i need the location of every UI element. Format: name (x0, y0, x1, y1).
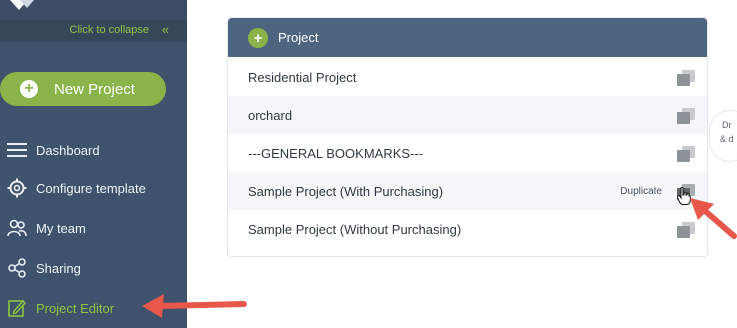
team-icon (7, 218, 27, 238)
new-project-label: New Project (54, 80, 135, 98)
project-row[interactable]: ---GENERAL BOOKMARKS--- (228, 134, 707, 172)
sidebar-item-sharing[interactable]: Sharing (0, 248, 187, 288)
sidebar-item-label: My team (36, 220, 86, 236)
sidebar-item-my-team[interactable]: My team (0, 208, 187, 248)
duplicate-icon[interactable] (677, 146, 695, 162)
new-project-button[interactable]: + New Project (0, 72, 166, 106)
sidebar: Click to collapse « + New Project Dashbo… (0, 0, 187, 328)
annotation-arrow-icon (690, 198, 737, 239)
duplicate-icon[interactable] (677, 70, 695, 86)
sidebar-item-label: Project Editor (36, 300, 115, 316)
sidebar-item-configure-template[interactable]: Configure template (0, 168, 187, 208)
gear-icon (7, 178, 27, 198)
side-hint-line: Dr (722, 120, 732, 130)
collapse-toggle[interactable]: Click to collapse « (0, 20, 187, 42)
project-name[interactable]: orchard (248, 108, 292, 123)
project-name[interactable]: Sample Project (With Purchasing) (248, 184, 443, 199)
add-project-icon[interactable]: + (248, 28, 268, 48)
project-name[interactable]: Residential Project (248, 70, 356, 85)
sidebar-item-label: Sharing (36, 260, 81, 276)
sidebar-item-label: Dashboard (36, 142, 100, 158)
edit-icon (7, 298, 27, 318)
project-list-card: + Project Residential Project orchard --… (227, 17, 708, 257)
sidebar-header (0, 0, 187, 20)
annotation-arrow-icon (142, 294, 247, 318)
project-row[interactable]: orchard (228, 96, 707, 134)
logo-icon (10, 0, 34, 10)
menu-icon (7, 140, 27, 160)
sidebar-item-dashboard[interactable]: Dashboard (0, 130, 187, 170)
project-row[interactable]: Sample Project (With Purchasing) Duplica… (228, 172, 707, 210)
sidebar-item-label: Configure template (36, 180, 146, 196)
duplicate-tooltip: Duplicate (620, 186, 662, 197)
project-card-title: Project (278, 30, 319, 45)
duplicate-icon[interactable] (677, 108, 695, 124)
side-hint-line: & d (720, 134, 734, 144)
side-hint-bubble: Dr & d (709, 110, 737, 162)
plus-icon: + (20, 80, 38, 98)
share-icon (7, 258, 27, 278)
double-chevron-left-icon[interactable]: « (162, 22, 169, 37)
collapse-label[interactable]: Click to collapse (70, 24, 149, 36)
project-row[interactable]: Sample Project (Without Purchasing) (228, 210, 707, 248)
project-card-header: + Project (228, 18, 707, 57)
project-row[interactable]: Residential Project (228, 58, 707, 96)
project-name[interactable]: Sample Project (Without Purchasing) (248, 222, 461, 237)
project-name[interactable]: ---GENERAL BOOKMARKS--- (248, 146, 423, 161)
